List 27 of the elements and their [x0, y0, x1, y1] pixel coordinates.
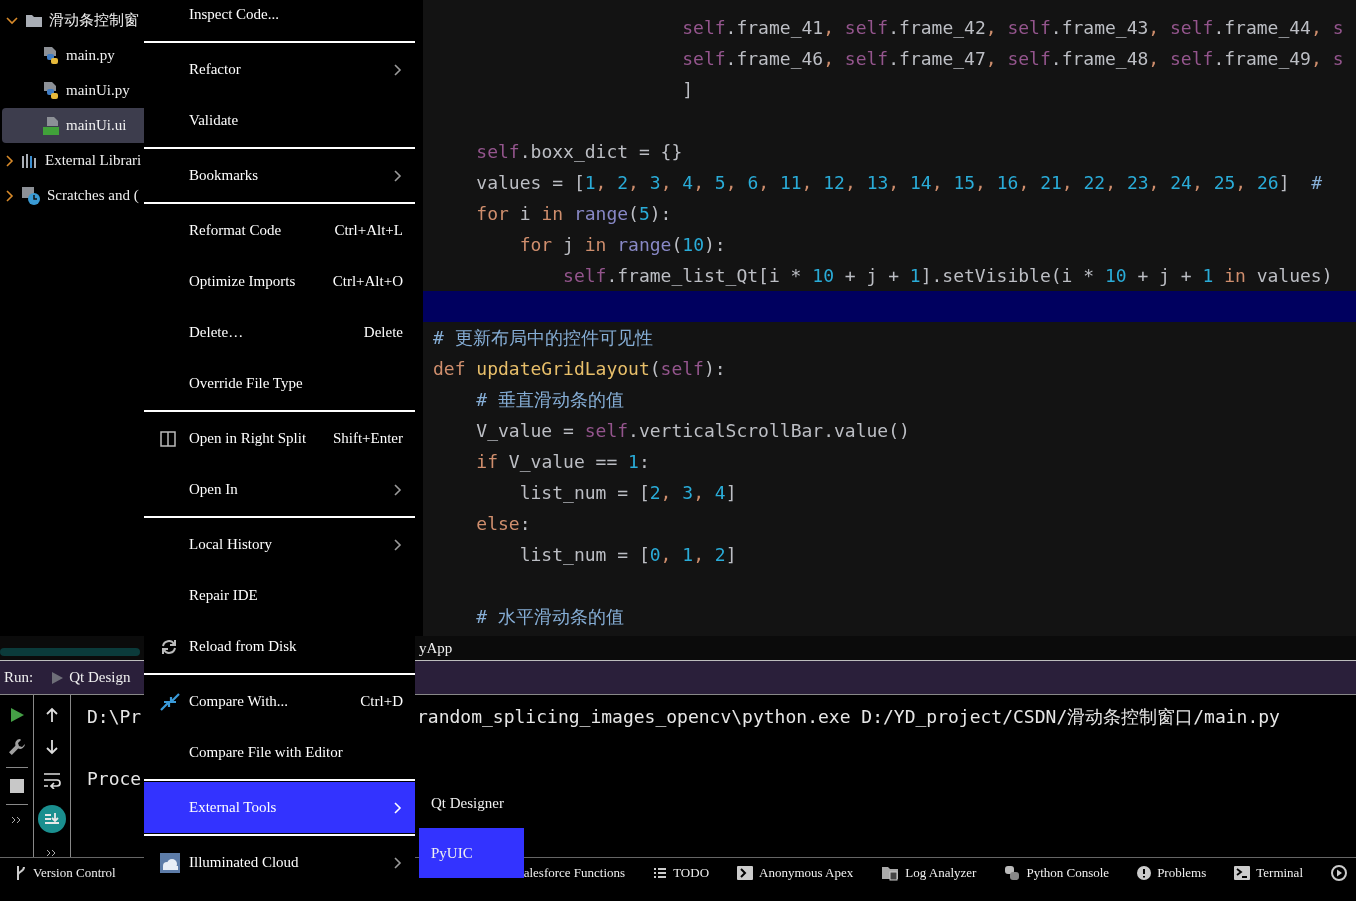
code-line: V_value = self.verticalScrollBar.value(): [475, 419, 911, 443]
console-text: random_splicing_images_opencv\python.exe D:/YD_project/CSDN/滑动条控制窗口/main.py: [417, 705, 1280, 729]
shortcut-text: Delete: [363, 324, 403, 341]
console-text: Proce: [87, 767, 142, 791]
code-line: list_num = [0, 1, 2]: [518, 543, 738, 567]
run-label: Run:: [4, 669, 34, 686]
code-line: self.boxx_dict = {}: [475, 140, 684, 164]
shortcut-text: Ctrl+Alt+L: [334, 222, 403, 239]
shortcut-text: Shift+Enter: [332, 430, 403, 447]
code-line: ]: [681, 78, 695, 102]
tab-title: yApp: [419, 639, 453, 657]
code-line: for i in range(5):: [475, 202, 673, 226]
console-text: D:\Pr: [87, 705, 142, 729]
code-line: self.frame_46, self.frame_47, self.frame_48, self.frame_49, s: [681, 47, 1345, 71]
code-line: # 更新布局中的控件可见性: [432, 326, 654, 350]
code-line: self.frame_41, self.frame_42, self.frame_43, self.frame_44, s: [681, 16, 1345, 40]
shortcut-text: Ctrl+Alt+O: [332, 273, 403, 290]
shortcut-text: Ctrl+D: [360, 693, 403, 710]
code-line: if V_value == 1:: [475, 450, 651, 474]
code-line: else:: [475, 512, 532, 536]
code-line: def updateGridLayout(self):: [432, 357, 727, 381]
code-line: list_num = [2, 3, 4]: [518, 481, 738, 505]
code-line: # 垂直滑动条的值: [475, 388, 626, 412]
code-line: # 水平滑动条的值: [475, 605, 626, 629]
code-line: self.frame_list_Qt[i * 10 + j + 1].setVisible(i * 10 + j + 1 in values): [562, 264, 1334, 288]
code-line: for j in range(10):: [518, 233, 727, 257]
code-line: values = [1, 2, 3, 4, 5, 6, 11, 12, 13, 14, 15, 16, 21, 22, 23, 24, 25, 26] #: [475, 171, 1324, 195]
